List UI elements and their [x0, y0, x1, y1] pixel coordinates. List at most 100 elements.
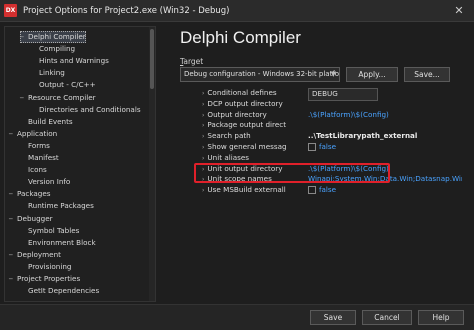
- help-button[interactable]: Help: [418, 310, 464, 325]
- property-name-text: Show general messages: [207, 142, 286, 151]
- tree-item[interactable]: Linking: [31, 67, 65, 79]
- chevron-right-icon: ›: [202, 100, 205, 108]
- tree-item-label: Delphi Compiler: [28, 32, 86, 41]
- tree-item-label: Provisioning: [28, 261, 72, 271]
- save-config-button[interactable]: Save...: [404, 67, 450, 82]
- tree-item[interactable]: ─ Deployment: [9, 249, 61, 261]
- property-value-text: ..\TestLibrarypath_external: [308, 131, 418, 141]
- target-label: Target: [180, 57, 203, 66]
- chevron-right-icon: ›: [202, 90, 205, 97]
- chevron-right-icon: ›: [202, 133, 205, 141]
- tree-item[interactable]: ─ Debugger: [9, 213, 53, 225]
- tree-item-label: Build Events: [28, 116, 73, 126]
- tree-item-label: Symbol Tables: [28, 225, 80, 235]
- tree-item-label: Linking: [39, 68, 65, 78]
- collapse-icon[interactable]: ─: [9, 274, 17, 286]
- cancel-button[interactable]: Cancel: [362, 310, 412, 325]
- highlight-box: [194, 163, 390, 183]
- property-value-text: false: [319, 142, 337, 151]
- property-name-text: Use MSBuild externally to co: [207, 185, 286, 195]
- property-value-text: false: [319, 185, 337, 195]
- property-row[interactable]: ›Package output directory: [180, 120, 462, 131]
- collapse-icon[interactable]: ─: [20, 93, 28, 105]
- tree-item-label: Hints and Warnings: [39, 56, 109, 66]
- chevron-down-icon: ▼: [330, 70, 336, 78]
- target-label-text: arget: [183, 57, 204, 66]
- tree-item-label: Environment Block: [28, 237, 96, 247]
- property-value-text: DEBUG: [312, 89, 338, 98]
- chevron-right-icon: ›: [202, 111, 205, 119]
- property-name-text: Unit aliases: [207, 152, 250, 162]
- collapse-icon[interactable]: ─: [20, 32, 28, 44]
- tree-item[interactable]: Version Info: [20, 176, 70, 188]
- tree-item-label: Compiling: [39, 44, 76, 54]
- tree-item-label: Project Properties: [17, 274, 81, 283]
- property-row[interactable]: › Search path ..\TestLibrarypath_external: [180, 131, 462, 142]
- property-value[interactable]: false: [308, 185, 462, 196]
- tree-item[interactable]: Hints and Warnings: [31, 55, 109, 67]
- checkbox[interactable]: [308, 186, 316, 195]
- property-name-text: Conditional defines: [207, 88, 277, 97]
- tree-item[interactable]: Forms: [20, 140, 50, 152]
- property-value[interactable]: false: [308, 142, 462, 153]
- tree-item[interactable]: Symbol Tables: [20, 225, 79, 237]
- tree-item[interactable]: Provisioning: [20, 261, 71, 273]
- property-name-text: DCP output directory: [207, 98, 283, 108]
- chevron-right-icon: ›: [202, 122, 205, 130]
- property-row[interactable]: › Unit aliases: [180, 153, 462, 164]
- property-value[interactable]: ..\TestLibrarypath_external: [308, 131, 462, 142]
- tree-item-label: Application: [17, 128, 58, 138]
- tree-item[interactable]: ─ Resource Compiler: [20, 92, 96, 104]
- delphi-app-icon: DX: [4, 4, 17, 17]
- tree-item[interactable]: ─ Delphi Compiler: [20, 31, 86, 43]
- chevron-right-icon: ›: [202, 187, 205, 195]
- tree-item[interactable]: Compiling: [31, 43, 75, 55]
- chevron-right-icon: ›: [202, 154, 205, 162]
- collapse-icon[interactable]: ─: [9, 189, 17, 201]
- tree-item[interactable]: ─ Project Properties: [9, 273, 80, 285]
- target-select[interactable]: Debug configuration - Windows 32-bit pla…: [180, 67, 340, 82]
- property-name-text: Search path: [207, 131, 251, 141]
- tree-item[interactable]: Runtime Packages: [20, 200, 94, 212]
- tree-item[interactable]: Environment Block: [20, 237, 96, 249]
- tree-item[interactable]: Manifest: [20, 152, 59, 164]
- property-row[interactable]: ›Show general messages false: [180, 142, 462, 153]
- checkbox[interactable]: [308, 143, 316, 151]
- apply-button[interactable]: Apply...: [346, 67, 398, 82]
- tree-item-label: Output - C/C++: [39, 80, 96, 90]
- tree-item[interactable]: GetIt Dependencies: [20, 285, 99, 297]
- tree-item[interactable]: ─ Application: [9, 128, 57, 140]
- tree-item[interactable]: ─ Packages: [9, 188, 51, 200]
- options-tree[interactable]: ─ Delphi Compiler Compiling Hints and Warni…: [4, 26, 156, 302]
- tree-item-label: Resource Compiler: [28, 92, 96, 102]
- property-row[interactable]: › Conditional defines DEBUG: [180, 88, 462, 101]
- title-bar: DX Project Options for Project2.exe (Win…: [0, 0, 474, 22]
- property-row[interactable]: › Output directory .\$(Platform)\$(Config): [180, 110, 462, 121]
- tree-item-label: Deployment: [17, 249, 61, 259]
- property-name-text: Output directory: [207, 109, 267, 119]
- tree-item-label: Packages: [17, 189, 51, 199]
- tree-scrollbar[interactable]: [149, 27, 155, 301]
- save-button[interactable]: Save: [310, 310, 356, 325]
- close-icon[interactable]: ✕: [452, 4, 466, 18]
- target-select-value: Debug configuration - Windows 32-bit pla…: [184, 70, 340, 78]
- tree-item[interactable]: Icons: [20, 164, 47, 176]
- collapse-icon[interactable]: ─: [9, 214, 17, 226]
- collapse-icon[interactable]: ─: [9, 250, 17, 262]
- window-title: Project Options for Project2.exe (Win32 …: [23, 5, 230, 16]
- property-name-text: Package output directory: [207, 120, 286, 130]
- property-name: ›Use MSBuild externally to co: [202, 185, 286, 197]
- tree-item-label: Version Info: [28, 177, 71, 187]
- tree-item-label: Runtime Packages: [28, 201, 94, 211]
- tree-item[interactable]: Output - C/C++: [31, 79, 96, 91]
- chevron-right-icon: ›: [202, 144, 205, 151]
- property-row[interactable]: › DCP output directory: [180, 99, 462, 110]
- collapse-icon[interactable]: ─: [9, 129, 17, 141]
- property-row[interactable]: ›Use MSBuild externally to co false: [180, 185, 462, 196]
- tree-scrollbar-thumb[interactable]: [150, 29, 154, 89]
- tree-item-label: Manifest: [28, 153, 59, 162]
- tree-item-label: Icons: [28, 165, 47, 175]
- property-value[interactable]: .\$(Platform)\$(Config): [308, 110, 462, 121]
- tree-item[interactable]: Build Events: [20, 116, 73, 128]
- tree-item[interactable]: Directories and Conditionals: [31, 104, 141, 116]
